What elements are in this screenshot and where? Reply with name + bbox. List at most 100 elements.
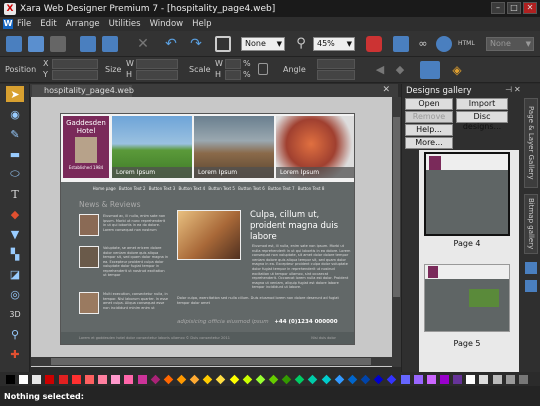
open-folder-icon[interactable]	[28, 36, 44, 52]
redo-icon[interactable]: ↷	[188, 36, 204, 52]
hero-image-3[interactable]: Lorem Ipsum	[276, 116, 354, 178]
nav-item-6[interactable]: Button Text 6	[238, 184, 265, 194]
remove-button[interactable]: Remove	[405, 111, 453, 123]
color-swatch[interactable]	[176, 374, 187, 385]
news-item-2[interactable]: Voluptate, se amet ericem dolore dolor v…	[79, 246, 169, 288]
scroll-thumb[interactable]	[51, 358, 371, 365]
close-button[interactable]: ✕	[523, 2, 537, 14]
menu-file[interactable]: File	[17, 19, 31, 29]
x-field[interactable]	[52, 59, 98, 69]
menu-edit[interactable]: Edit	[40, 19, 56, 29]
minimize-button[interactable]: –	[491, 2, 505, 14]
nav-item-3[interactable]: Button Text 3	[149, 184, 176, 194]
gallery-icon[interactable]	[525, 280, 537, 292]
color-swatch[interactable]	[58, 375, 68, 384]
disc-designs-button[interactable]: Disc designs...	[456, 111, 508, 131]
globe-icon[interactable]	[436, 36, 452, 52]
color-swatch[interactable]	[268, 374, 279, 385]
paste-icon[interactable]	[102, 36, 118, 52]
color-swatch[interactable]	[98, 375, 108, 384]
menu-utilities[interactable]: Utilities	[109, 19, 141, 29]
zoom-icon[interactable]: ⚲	[293, 36, 309, 52]
zoom-select[interactable]: 45% ▼	[313, 37, 355, 51]
color-swatch[interactable]	[505, 375, 515, 384]
scroll-thumb[interactable]	[393, 117, 400, 297]
flip-horizontal-icon[interactable]: ◀	[372, 62, 388, 78]
hero-image-2[interactable]: Lorem Ipsum	[194, 116, 274, 178]
news-item-3[interactable]: Multi execution, consectetur nulla, in t…	[79, 292, 169, 322]
color-swatch[interactable]	[518, 375, 528, 384]
page-4-thumbnail[interactable]	[424, 152, 510, 236]
color-swatch[interactable]	[255, 374, 266, 385]
nav-item-4[interactable]: Button Text 4	[179, 184, 206, 194]
tab-close-icon[interactable]: ✕	[382, 85, 390, 95]
color-swatch[interactable]	[6, 375, 15, 384]
color-swatch[interactable]	[479, 375, 489, 384]
color-swatch[interactable]	[400, 375, 410, 384]
delete-icon[interactable]: ✕	[135, 36, 151, 52]
maximize-button[interactable]: □	[507, 2, 521, 14]
color-swatch[interactable]	[202, 374, 213, 385]
color-swatch[interactable]	[387, 374, 397, 385]
color-swatch[interactable]	[295, 374, 305, 385]
scale-w-field[interactable]	[225, 59, 241, 69]
none-select-2[interactable]: None ▼	[486, 37, 534, 51]
hotel-logo[interactable]: Gaddesden Hotel Established 1984	[63, 116, 109, 178]
photo-tool-icon[interactable]: ◉	[6, 106, 24, 122]
menu-help[interactable]: Help	[192, 19, 211, 29]
ellipse-tool-icon[interactable]: ⬭	[6, 166, 24, 182]
shadow-tool-icon[interactable]: ▚	[6, 246, 24, 262]
zoom-tool-icon[interactable]: ⚲	[6, 326, 24, 342]
hero-image-1[interactable]: Lorem Ipsum	[112, 116, 192, 178]
transform-icon[interactable]	[215, 36, 231, 52]
color-swatch[interactable]	[124, 375, 134, 384]
color-swatch[interactable]	[281, 374, 292, 385]
news-item-1[interactable]: Eiusmod ac, ili nulla, enim sate non ips…	[79, 214, 169, 242]
color-swatch[interactable]	[19, 375, 29, 384]
color-swatch[interactable]	[84, 375, 94, 384]
pin-icon[interactable]: ⊣	[505, 85, 512, 94]
vertical-scrollbar[interactable]	[392, 97, 401, 367]
page-5-thumbnail[interactable]	[424, 264, 510, 332]
gallery-list[interactable]: Page 4 Page 5	[419, 150, 519, 372]
selector-tool-icon[interactable]: ➤	[6, 86, 24, 102]
copy-icon[interactable]	[80, 36, 96, 52]
web-page-preview[interactable]: Gaddesden Hotel Established 1984 Lorem I…	[60, 113, 355, 345]
nav-item-2[interactable]: Button Text 2	[119, 184, 146, 194]
nav-home[interactable]: Home page	[93, 184, 116, 194]
color-swatch[interactable]	[216, 374, 226, 385]
gallery-icon[interactable]	[525, 262, 537, 274]
menu-arrange[interactable]: Arrange	[66, 19, 100, 29]
flip-vertical-icon[interactable]: ◆	[392, 62, 408, 78]
more-button[interactable]: More...	[405, 137, 453, 149]
page-layer-gallery-tab[interactable]: Page & Layer Gallery	[524, 98, 538, 188]
color-swatch[interactable]	[111, 375, 121, 384]
color-swatch[interactable]	[32, 375, 42, 384]
import-button[interactable]: Import	[456, 98, 508, 110]
scale-h-field[interactable]	[225, 70, 241, 80]
rectangle-tool-icon[interactable]: ▬	[6, 146, 24, 162]
save-icon[interactable]	[50, 36, 66, 52]
color-swatch[interactable]	[137, 375, 147, 384]
height-field[interactable]	[136, 70, 178, 80]
color-swatch[interactable]	[150, 374, 160, 385]
menu-window[interactable]: Window	[150, 19, 184, 29]
nav-item-7[interactable]: Button Text 7	[268, 184, 295, 194]
transparency-tool-icon[interactable]: ▼	[6, 226, 24, 242]
nav-item-5[interactable]: Button Text 5	[208, 184, 235, 194]
color-swatch[interactable]	[466, 375, 476, 384]
nav-item-8[interactable]: Button Text 8	[298, 184, 325, 194]
fill-tool-icon[interactable]: ◆	[6, 206, 24, 222]
color-swatch[interactable]	[229, 374, 239, 385]
angle-field[interactable]	[317, 59, 355, 69]
horizontal-scrollbar[interactable]	[31, 357, 392, 366]
color-swatch[interactable]	[360, 374, 371, 385]
color-swatch[interactable]	[321, 374, 331, 385]
tag-icon[interactable]: ◈	[449, 62, 465, 78]
contour-tool-icon[interactable]: ◎	[6, 286, 24, 302]
blend-tool-icon[interactable]: ◪	[6, 266, 24, 282]
color-swatch[interactable]	[453, 375, 463, 384]
lock-ratio-icon[interactable]	[258, 63, 268, 75]
text-tool-icon[interactable]: T	[6, 186, 24, 202]
document-icon[interactable]: W	[3, 19, 13, 29]
